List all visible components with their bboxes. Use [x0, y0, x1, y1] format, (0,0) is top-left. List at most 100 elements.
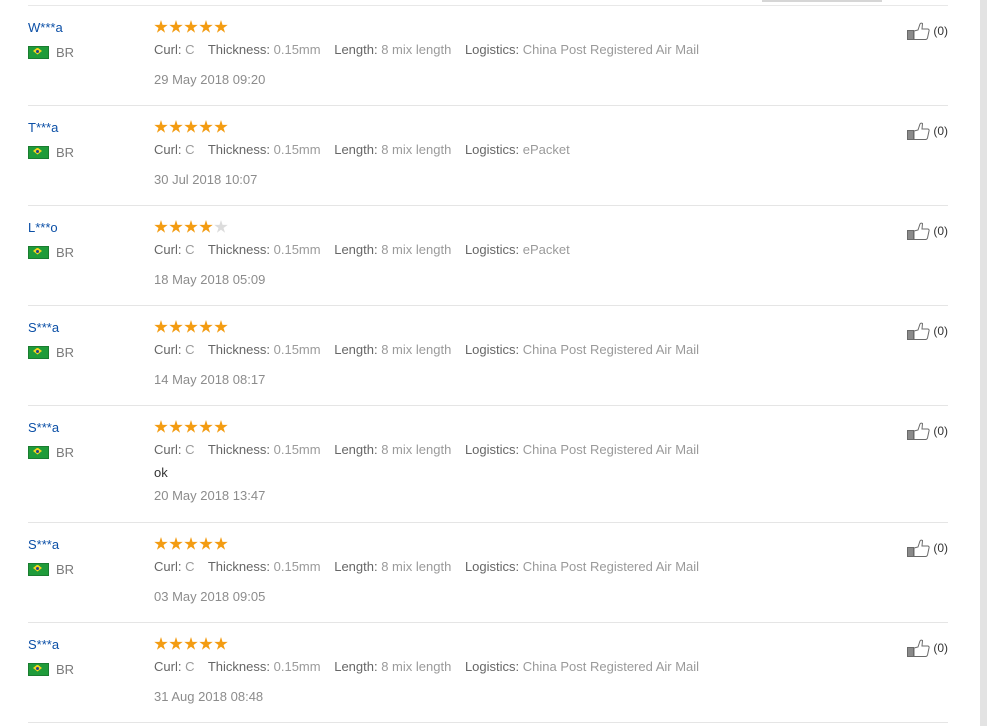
attr-length-label: Length:	[334, 559, 378, 574]
attr-curl-value: C	[185, 42, 195, 57]
helpful-count: (0)	[933, 641, 948, 655]
reviewer: L***o BR	[28, 219, 138, 260]
attr-length-label: Length:	[334, 659, 378, 674]
review-date: 29 May 2018 09:20	[154, 72, 266, 87]
thumbs-up-icon[interactable]	[907, 222, 930, 240]
reviewer-name[interactable]: L***o	[28, 219, 138, 236]
review-attributes: Curl: C Thickness: 0.15mm Length: 8 mix …	[154, 42, 854, 58]
helpful-button[interactable]: (0)	[907, 639, 948, 657]
star-filled-icon	[184, 637, 198, 650]
attr-logistics-value: China Post Registered Air Mail	[522, 559, 700, 574]
attr-logistics-label: Logistics:	[464, 442, 520, 457]
thumbs-up-icon[interactable]	[907, 322, 930, 340]
reviewer-country: BR	[28, 245, 138, 260]
star-filled-icon	[169, 220, 183, 233]
attr-thickness-value: 0.15mm	[273, 142, 321, 157]
star-filled-icon	[184, 220, 198, 233]
helpful-count: (0)	[933, 424, 948, 438]
attr-logistics-label: Logistics:	[464, 142, 520, 157]
thumbs-up-icon[interactable]	[907, 639, 930, 657]
star-filled-icon	[169, 637, 183, 650]
helpful-button[interactable]: (0)	[907, 122, 948, 140]
attr-logistics-label: Logistics:	[464, 559, 520, 574]
review-item: S***a BR Curl: C Thickness: 0.15mm Lengt…	[28, 306, 948, 406]
review-attributes: Curl: C Thickness: 0.15mm Length: 8 mix …	[154, 342, 854, 358]
review-item: S***a BR Curl: C Thickness: 0.15mm Lengt…	[28, 406, 948, 523]
star-filled-icon	[184, 20, 198, 33]
attr-logistics-label: Logistics:	[464, 242, 520, 257]
attr-logistics-label: Logistics:	[464, 342, 520, 357]
star-rating	[154, 637, 854, 653]
star-filled-icon	[199, 637, 213, 650]
attr-logistics-value: China Post Registered Air Mail	[522, 342, 700, 357]
helpful-button[interactable]: (0)	[907, 22, 948, 40]
star-filled-icon	[199, 537, 213, 550]
country-code: BR	[56, 344, 75, 360]
thumbs-up-icon[interactable]	[907, 122, 930, 140]
attr-curl-value: C	[185, 442, 195, 457]
reviewer-name[interactable]: S***a	[28, 419, 138, 436]
brazil-flag-icon	[28, 245, 49, 259]
review-attributes: Curl: C Thickness: 0.15mm Length: 8 mix …	[154, 659, 854, 675]
reviewer-name[interactable]: S***a	[28, 319, 138, 336]
brazil-flag-icon	[28, 662, 49, 676]
reviewer-country: BR	[28, 344, 138, 360]
attr-logistics-value: ePacket	[522, 142, 570, 157]
star-filled-icon	[154, 637, 168, 650]
attr-curl-label: Curl:	[154, 142, 182, 157]
star-filled-icon	[214, 320, 228, 333]
attr-thickness-label: Thickness:	[207, 659, 270, 674]
country-code: BR	[56, 144, 75, 160]
reviewer: S***a BR	[28, 319, 138, 360]
star-filled-icon	[169, 320, 183, 333]
reviewer: S***a BR	[28, 536, 138, 577]
review-content: Curl: C Thickness: 0.15mm Length: 8 mix …	[154, 420, 854, 504]
helpful-button[interactable]: (0)	[907, 322, 948, 340]
attr-length-value: 8 mix length	[381, 659, 452, 674]
star-filled-icon	[184, 420, 198, 433]
star-filled-icon	[199, 120, 213, 133]
reviewer-name[interactable]: W***a	[28, 19, 138, 36]
star-filled-icon	[199, 420, 213, 433]
helpful-button[interactable]: (0)	[907, 539, 948, 557]
review-attributes: Curl: C Thickness: 0.15mm Length: 8 mix …	[154, 442, 854, 458]
star-filled-icon	[214, 637, 228, 650]
reviewer-name[interactable]: T***a	[28, 119, 138, 136]
reviewer-country: BR	[28, 445, 138, 460]
brazil-flag-icon	[28, 445, 49, 459]
star-filled-icon	[199, 220, 213, 233]
star-filled-icon	[169, 420, 183, 433]
scrollbar[interactable]	[980, 0, 987, 726]
helpful-button[interactable]: (0)	[907, 422, 948, 440]
attr-length-value: 8 mix length	[381, 342, 452, 357]
review-content: Curl: C Thickness: 0.15mm Length: 8 mix …	[154, 120, 854, 188]
attr-length-value: 8 mix length	[381, 242, 452, 257]
thumbs-up-icon[interactable]	[907, 22, 930, 40]
star-rating	[154, 420, 854, 436]
star-filled-icon	[169, 537, 183, 550]
helpful-count: (0)	[933, 324, 948, 338]
star-filled-icon	[214, 537, 228, 550]
attr-logistics-value: China Post Registered Air Mail	[522, 659, 700, 674]
country-code: BR	[56, 561, 75, 577]
attr-length-value: 8 mix length	[381, 42, 452, 57]
reviewer-name[interactable]: S***a	[28, 636, 138, 653]
attr-thickness-label: Thickness:	[207, 342, 270, 357]
star-rating	[154, 320, 854, 336]
top-tab-edge	[762, 0, 882, 2]
attr-thickness-value: 0.15mm	[273, 659, 321, 674]
attr-thickness-value: 0.15mm	[273, 42, 321, 57]
star-filled-icon	[169, 120, 183, 133]
reviewer-name[interactable]: S***a	[28, 536, 138, 553]
review-content: Curl: C Thickness: 0.15mm Length: 8 mix …	[154, 20, 854, 88]
thumbs-up-icon[interactable]	[907, 539, 930, 557]
star-filled-icon	[214, 20, 228, 33]
thumbs-up-icon[interactable]	[907, 422, 930, 440]
review-item: W***a BR Curl: C Thickness: 0.15mm Lengt…	[28, 6, 948, 106]
brazil-flag-icon	[28, 145, 49, 159]
reviewer-country: BR	[28, 662, 138, 677]
star-rating	[154, 20, 854, 36]
helpful-button[interactable]: (0)	[907, 222, 948, 240]
attr-thickness-label: Thickness:	[207, 242, 270, 257]
attr-thickness-label: Thickness:	[207, 442, 270, 457]
